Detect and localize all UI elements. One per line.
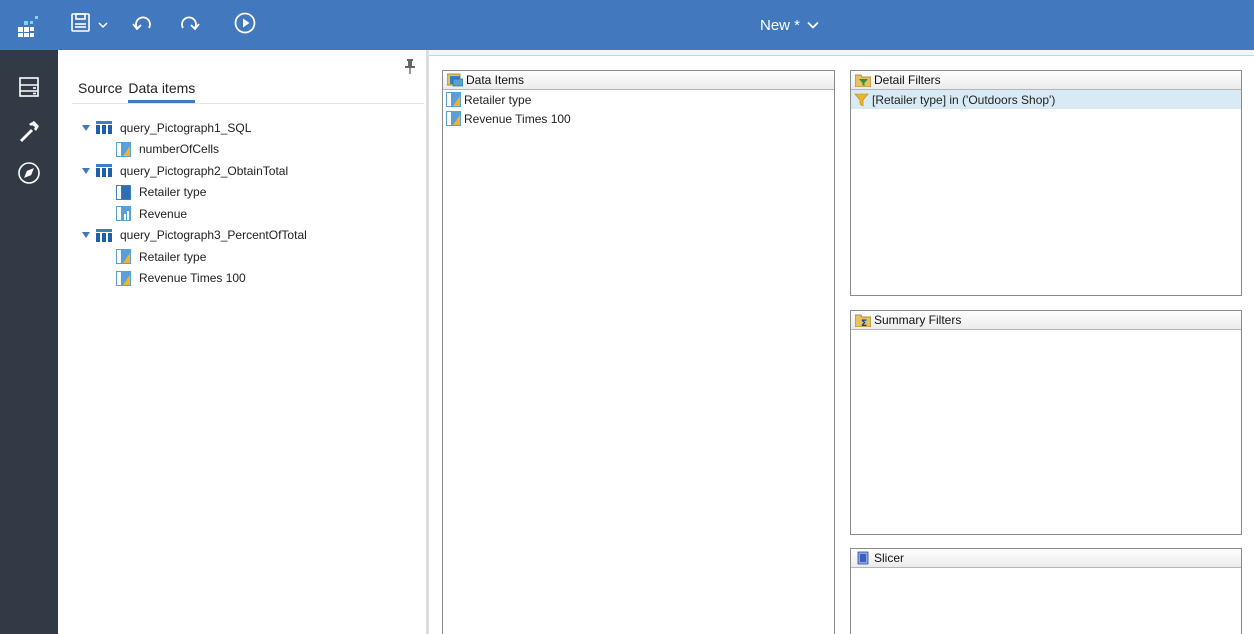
panel-title: Summary Filters [874, 313, 962, 327]
data-items-panel[interactable]: Data Items Retailer type Revenue Times 1… [442, 70, 835, 634]
detail-filters-header: Detail Filters [851, 71, 1241, 90]
calculated-item-icon [446, 92, 461, 107]
save-icon [70, 12, 92, 39]
tree-item-label: Retailer type [139, 249, 207, 264]
query-icon [96, 228, 112, 242]
tree-query-label: query_Pictograph3_PercentOfTotal [120, 228, 307, 243]
redo-button[interactable] [174, 11, 204, 39]
calculated-item-icon [116, 249, 131, 265]
data-item-icon [116, 184, 131, 200]
expand-caret-icon[interactable] [82, 167, 90, 174]
summary-filter-icon: Σ [855, 314, 871, 327]
rail-button-toolbox[interactable] [14, 118, 44, 148]
source-tabs: Source Data items [78, 80, 196, 103]
calculated-item-icon [116, 270, 131, 286]
expand-caret-icon[interactable] [82, 232, 90, 239]
data-items-icon [447, 73, 463, 87]
slicer-panel[interactable]: Slicer [850, 548, 1242, 634]
run-button[interactable] [231, 11, 259, 39]
compass-icon [17, 161, 41, 190]
data-item-label: Revenue Times 100 [464, 111, 571, 126]
redo-icon [177, 12, 201, 39]
query-tree: query_Pictograph1_SQL numberOfCells quer… [82, 117, 412, 289]
tree-item[interactable]: Retailer type [82, 246, 412, 268]
query-icon [96, 121, 112, 135]
play-icon [233, 11, 257, 40]
report-title: New * [760, 16, 801, 34]
summary-filters-header: Σ Summary Filters [851, 311, 1241, 330]
app-logo-icon[interactable] [18, 13, 42, 37]
save-button[interactable] [64, 11, 114, 39]
chevron-down-icon[interactable] [98, 21, 108, 29]
panel-title: Slicer [874, 551, 905, 565]
slicer-header: Slicer [851, 549, 1241, 568]
filter-expression: [Retailer type] in ('Outdoors Shop') [872, 92, 1056, 107]
tree-item[interactable]: Revenue [82, 203, 412, 225]
data-item-label: Retailer type [464, 92, 532, 107]
filter-row[interactable]: [Retailer type] in ('Outdoors Shop') [851, 90, 1241, 109]
source-panel: Source Data items query_Pictograph1_SQL … [58, 50, 426, 634]
pin-icon[interactable] [403, 58, 417, 74]
tab-source[interactable]: Source [78, 80, 122, 103]
chevron-down-icon [807, 21, 819, 29]
svg-text:Σ: Σ [861, 319, 867, 327]
data-sources-icon [18, 76, 40, 103]
report-title-menu[interactable]: New * [760, 0, 819, 50]
hammer-icon [17, 119, 41, 148]
filter-funnel-icon [854, 93, 869, 107]
tree-item[interactable]: numberOfCells [82, 139, 412, 161]
detail-filters-panel[interactable]: Detail Filters [Retailer type] in ('Outd… [850, 70, 1242, 296]
left-rail [0, 50, 58, 634]
rail-button-data[interactable] [14, 74, 44, 104]
panel-title: Detail Filters [874, 73, 941, 87]
tree-query-node[interactable]: query_Pictograph2_ObtainTotal [82, 160, 412, 182]
tab-data-items[interactable]: Data items [128, 80, 196, 103]
panel-title: Data Items [466, 73, 525, 87]
tabs-divider [72, 103, 424, 104]
undo-icon [131, 12, 155, 39]
panel-splitter[interactable] [426, 50, 429, 634]
data-item-row[interactable]: Retailer type [443, 90, 834, 109]
tree-query-node[interactable]: query_Pictograph3_PercentOfTotal [82, 225, 412, 247]
tree-query-node[interactable]: query_Pictograph1_SQL [82, 117, 412, 139]
top-toolbar: New * [0, 0, 1254, 50]
slicer-icon [857, 551, 869, 565]
detail-filter-icon [855, 74, 871, 87]
measure-item-icon [116, 206, 131, 222]
query-icon [96, 164, 112, 178]
tree-item-label: Revenue [139, 206, 188, 221]
calculated-item-icon [116, 141, 131, 157]
tree-item-label: Revenue Times 100 [139, 271, 246, 286]
summary-filters-panel[interactable]: Σ Summary Filters [850, 310, 1242, 535]
rail-button-navigate[interactable] [14, 160, 44, 190]
tree-query-label: query_Pictograph2_ObtainTotal [120, 163, 289, 178]
tree-item[interactable]: Revenue Times 100 [82, 268, 412, 290]
calculated-item-icon [446, 111, 461, 126]
tree-query-label: query_Pictograph1_SQL [120, 120, 252, 135]
workspace-top-border [429, 50, 1254, 56]
data-items-header: Data Items [443, 71, 834, 90]
data-item-row[interactable]: Revenue Times 100 [443, 109, 834, 128]
tree-item-label: Retailer type [139, 185, 207, 200]
expand-caret-icon[interactable] [82, 124, 90, 131]
undo-button[interactable] [128, 11, 158, 39]
tree-item[interactable]: Retailer type [82, 182, 412, 204]
tree-item-label: numberOfCells [139, 142, 220, 157]
